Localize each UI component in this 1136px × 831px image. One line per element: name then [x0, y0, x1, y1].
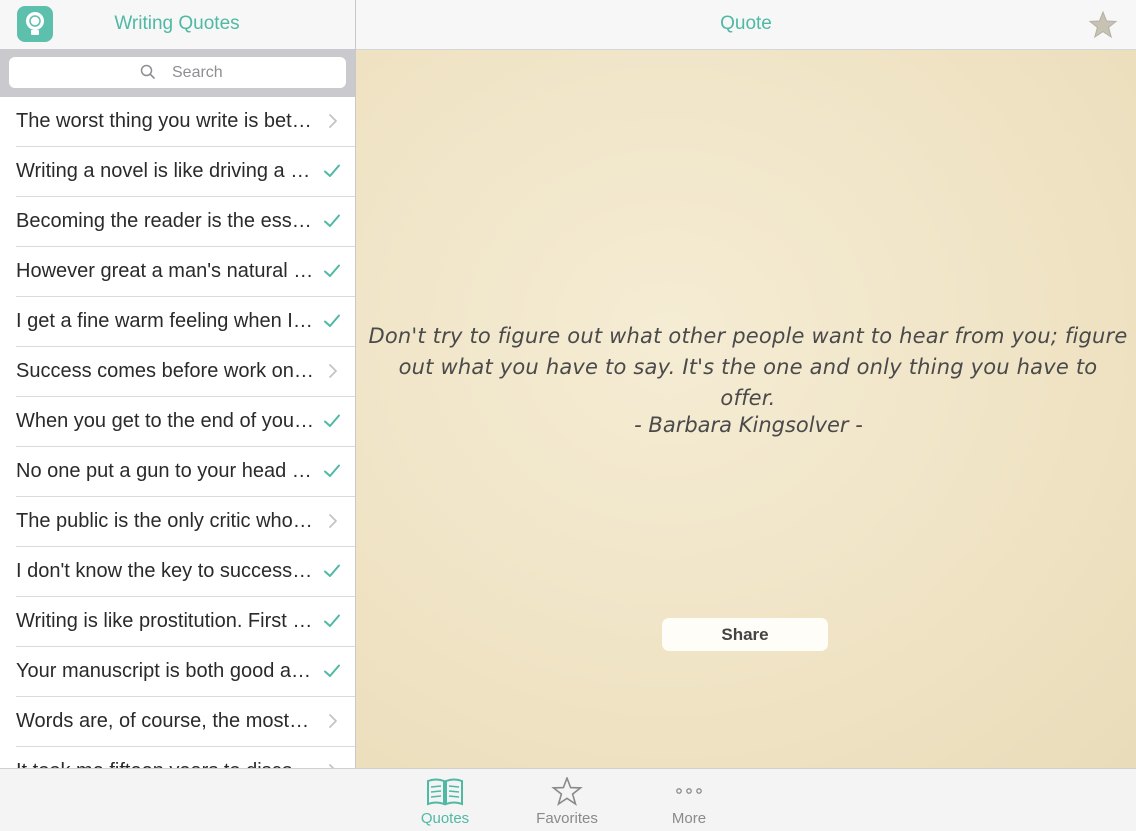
- list-item-text: The worst thing you write is better than…: [16, 110, 314, 132]
- search-input[interactable]: Search: [9, 57, 346, 88]
- favorite-star-icon[interactable]: [1088, 10, 1118, 40]
- list-item-text: The public is the only critic whose opin…: [16, 510, 314, 532]
- list-item-text: When you get to the end of your rope, ti…: [16, 410, 314, 432]
- tab-favorites[interactable]: Favorites: [517, 769, 617, 831]
- more-icon: [676, 788, 702, 794]
- chevron-right-icon: [329, 514, 337, 528]
- list-item-text: I get a fine warm feeling when I'm doing…: [16, 310, 314, 332]
- tab-quotes-label: Quotes: [420, 810, 470, 827]
- checkmark-icon: [324, 264, 340, 277]
- list-item-text: Your manuscript is both good and origina…: [16, 660, 314, 682]
- list-item[interactable]: Writing is like prostitution. First you …: [16, 597, 355, 647]
- tab-favorites-label: Favorites: [536, 810, 598, 827]
- list-item[interactable]: Your manuscript is both good and origina…: [16, 647, 355, 697]
- list-item[interactable]: It took me fifteen years to discover I h…: [16, 747, 355, 768]
- list-item-text: It took me fifteen years to discover I h…: [16, 760, 314, 768]
- chevron-right-icon: [329, 114, 337, 128]
- list-item-text: I don't know the key to success, but the…: [16, 560, 314, 582]
- list-item[interactable]: I don't know the key to success, but the…: [16, 547, 355, 597]
- quote-card: Don't try to figure out what other peopl…: [356, 50, 1136, 768]
- checkmark-icon: [324, 614, 340, 627]
- detail-header: Quote: [356, 0, 1136, 50]
- tab-more-label: More: [671, 810, 707, 827]
- list-item[interactable]: No one put a gun to your head and forced…: [16, 447, 355, 497]
- tab-more[interactable]: More: [639, 769, 739, 831]
- quote-text: Don't try to figure out what other peopl…: [368, 324, 1128, 410]
- checkmark-icon: [324, 664, 340, 677]
- list-item-text: No one put a gun to your head and forced…: [16, 460, 314, 482]
- quote-author: - Barbara Kingsolver -: [634, 413, 863, 437]
- list-item[interactable]: The worst thing you write is better than…: [16, 97, 355, 147]
- list-item-text: Success comes before work only in the di…: [16, 360, 314, 382]
- list-item-text: Writing a novel is like driving a car at…: [16, 160, 314, 182]
- quote-list: The worst thing you write is better than…: [0, 97, 355, 768]
- star-icon: [551, 777, 583, 806]
- quote-detail-panel: Quote Don't try to figure out what other…: [356, 0, 1136, 768]
- checkmark-icon: [324, 164, 340, 177]
- detail-title: Quote: [720, 13, 772, 34]
- share-button[interactable]: Share: [662, 618, 828, 651]
- book-icon: [427, 778, 463, 806]
- app-logo-icon[interactable]: [17, 6, 53, 42]
- checkmark-icon: [324, 464, 340, 477]
- quote-list-panel: Writing Quotes Search The worst thing yo…: [0, 0, 356, 768]
- list-item-text: However great a man's natural talent may…: [16, 260, 314, 282]
- list-item[interactable]: Writing a novel is like driving a car at…: [16, 147, 355, 197]
- list-item[interactable]: The public is the only critic whose opin…: [16, 497, 355, 547]
- search-icon: [140, 64, 155, 79]
- list-item[interactable]: Words are, of course, the most powerful …: [16, 697, 355, 747]
- checkmark-icon: [324, 414, 340, 427]
- sidebar-header: Writing Quotes: [0, 0, 355, 50]
- list-item-text: Words are, of course, the most powerful …: [16, 710, 314, 732]
- chevron-right-icon: [329, 714, 337, 728]
- chevron-right-icon: [329, 364, 337, 378]
- sidebar-title: Writing Quotes: [114, 13, 240, 34]
- search-placeholder: Search: [172, 64, 223, 81]
- list-item[interactable]: When you get to the end of your rope, ti…: [16, 397, 355, 447]
- list-item-text: Writing is like prostitution. First you …: [16, 610, 314, 632]
- tab-bar: Quotes Favorites More: [0, 768, 1136, 831]
- list-item[interactable]: Becoming the reader is the essence of be…: [16, 197, 355, 247]
- search-bar: Search: [0, 49, 355, 97]
- tab-quotes[interactable]: Quotes: [395, 769, 495, 831]
- list-item[interactable]: I get a fine warm feeling when I'm doing…: [16, 297, 355, 347]
- list-item-text: Becoming the reader is the essence of be…: [16, 210, 314, 232]
- list-item[interactable]: Success comes before work only in the di…: [16, 347, 355, 397]
- checkmark-icon: [324, 314, 340, 327]
- list-item[interactable]: However great a man's natural talent may…: [16, 247, 355, 297]
- checkmark-icon: [324, 214, 340, 227]
- checkmark-icon: [324, 564, 340, 577]
